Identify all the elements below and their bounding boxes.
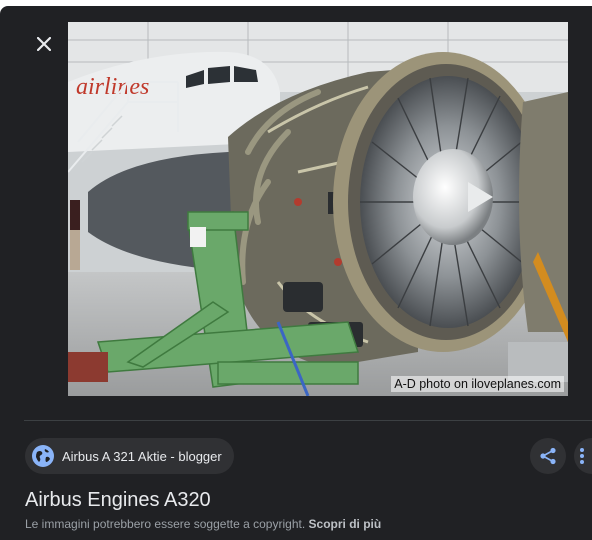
divider: [24, 420, 592, 421]
preview-image[interactable]: airlines A-D photo on iloveplanes.com: [68, 22, 568, 396]
globe-icon: [32, 445, 54, 467]
source-label: Airbus A 321 Aktie - blogger: [62, 448, 222, 464]
close-icon: [37, 37, 51, 51]
source-chip[interactable]: Airbus A 321 Aktie - blogger: [25, 438, 234, 474]
image-viewer-panel: airlines A-D photo on iloveplanes.com Ai…: [0, 6, 592, 540]
copyright-text: Le immagini potrebbero essere soggette a…: [25, 517, 306, 531]
image-title[interactable]: Airbus Engines A320: [25, 489, 211, 512]
close-button[interactable]: [30, 30, 58, 58]
copyright-notice: Le immagini potrebbero essere soggette a…: [25, 517, 381, 531]
svg-text:airlines: airlines: [76, 74, 149, 100]
more-options-button[interactable]: [574, 438, 592, 474]
share-button[interactable]: [530, 438, 566, 474]
share-icon: [540, 447, 556, 465]
engine-photo: airlines: [68, 22, 568, 396]
more-vert-icon: [580, 448, 584, 464]
learn-more-link[interactable]: Scopri di più: [309, 517, 382, 531]
image-watermark: A-D photo on iloveplanes.com: [391, 376, 564, 392]
